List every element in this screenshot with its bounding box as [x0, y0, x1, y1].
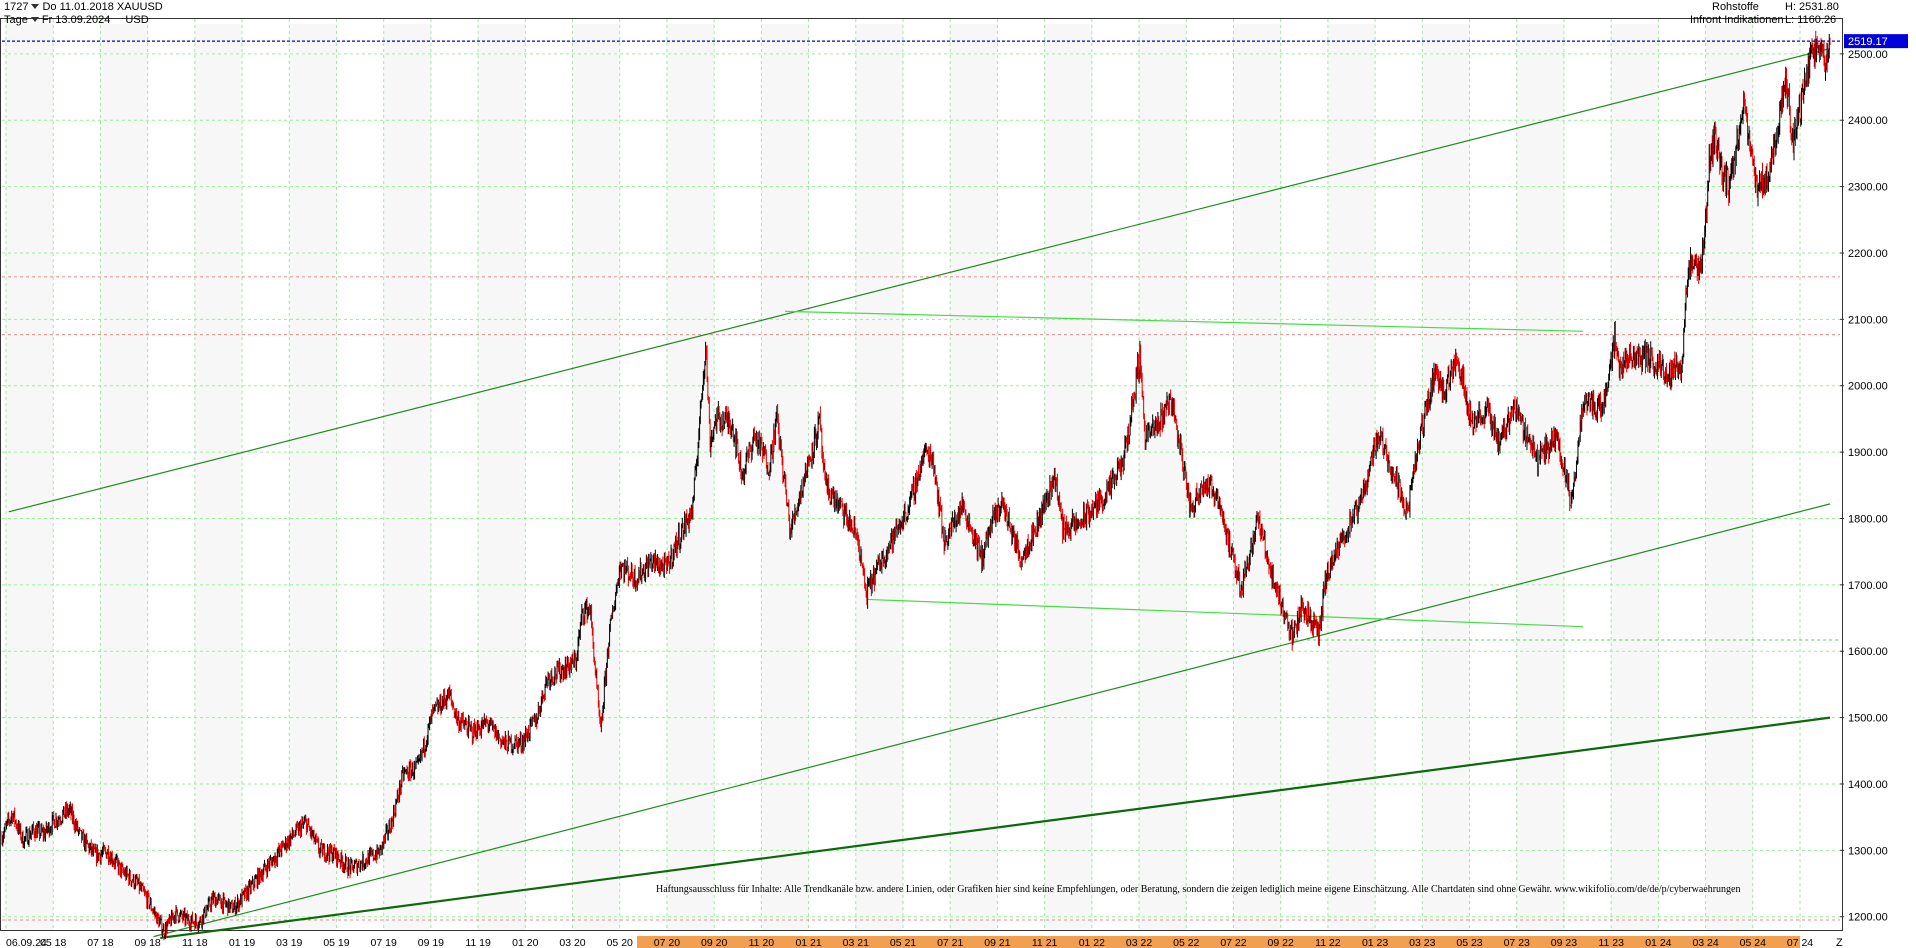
- x-tick-label: 11 19: [465, 937, 491, 948]
- bars-count[interactable]: 1727: [4, 1, 28, 13]
- x-tick-label: 01 19: [229, 937, 255, 948]
- grid-band: [6, 24, 54, 930]
- x-tick-label: 03 21: [843, 937, 869, 948]
- x-tick-label: 05 23: [1456, 937, 1482, 948]
- y-tick-label: 2200.00: [1848, 248, 1888, 260]
- x-tick-label: 09 23: [1551, 937, 1577, 948]
- y-tick-label: 2000.00: [1848, 381, 1888, 393]
- x-tick-label: 11 22: [1315, 937, 1341, 948]
- x-tick-label: 03 23: [1409, 937, 1435, 948]
- x-tick-label: 07 19: [371, 937, 397, 948]
- start-date: Do 11.01.2018: [42, 1, 114, 13]
- x-tick-label: 09 20: [701, 937, 727, 948]
- y-tick-label: 1300.00: [1848, 845, 1888, 857]
- low-label: L: 1160.26: [1785, 14, 1837, 26]
- x-tick-label: 11 20: [749, 937, 775, 948]
- grid-band: [1516, 24, 1564, 930]
- period-selector[interactable]: Tage: [4, 14, 28, 26]
- grid-band: [289, 24, 337, 930]
- grid-band: [383, 24, 431, 930]
- x-tick-label: 05 20: [607, 937, 633, 948]
- x-tick-label: 07 24: [1787, 937, 1813, 948]
- x-tick-label: 03 24: [1692, 937, 1718, 948]
- x-tick-label: 07 18: [87, 937, 113, 948]
- y-tick-label: 2400.00: [1848, 115, 1888, 127]
- plot-frame: [0, 18, 1843, 931]
- x-tick-label: 09 21: [984, 937, 1010, 948]
- x-tick-label: 05 22: [1173, 937, 1199, 948]
- grid-band: [478, 24, 526, 930]
- x-tick-label: 01 21: [795, 937, 821, 948]
- grid-band: [1422, 24, 1470, 930]
- y-tick-label: 2300.00: [1848, 182, 1888, 194]
- currency-label: USD: [125, 14, 149, 26]
- grid-band: [572, 24, 620, 930]
- x-tick-label: 03 22: [1126, 937, 1152, 948]
- header-row-2: Tage Fr 13.09.2024 USD: [4, 14, 149, 26]
- x-tick-label: 07 23: [1504, 937, 1530, 948]
- x-tick-label: 05 18: [40, 937, 66, 948]
- symbol-label: XAUUSD: [116, 1, 163, 13]
- x-tick-label: 07 21: [937, 937, 963, 948]
- x-tick-label: 09 19: [418, 937, 444, 948]
- x-tick-label: 01 22: [1079, 937, 1105, 948]
- y-tick-label: 2100.00: [1848, 314, 1888, 326]
- x-tick-label: 11 18: [182, 937, 208, 948]
- x-tick-label: 11 21: [1032, 937, 1058, 948]
- price-chart[interactable]: 1200.00 1300.00 1400.00 1500.00 1600.00 1700.…: [0, 0, 1916, 948]
- grid-band: [100, 24, 148, 930]
- y-tick-label: 2500.00: [1848, 49, 1888, 61]
- y-tick-label: 1500.00: [1848, 713, 1888, 725]
- grid-band: [1139, 24, 1187, 930]
- x-tick-label: 03 19: [276, 937, 302, 948]
- x-tick-label: 05 24: [1740, 937, 1766, 948]
- y-tick-label: 1600.00: [1848, 646, 1888, 658]
- grid-band: [950, 24, 998, 930]
- end-date: Fr 13.09.2024: [41, 14, 111, 26]
- high-label: H: 2531.80: [1785, 1, 1839, 13]
- corner-label: Z: [1836, 937, 1843, 948]
- y-tick-label: 1400.00: [1848, 779, 1888, 791]
- y-tick-label: 1900.00: [1848, 447, 1888, 459]
- chevron-down-icon[interactable]: [30, 17, 39, 23]
- x-tick-label: 03 20: [559, 937, 585, 948]
- source-label: Infront Indikationen: [1690, 14, 1784, 26]
- x-tick-label: 07 20: [654, 937, 680, 948]
- x-tick-label: 09 18: [134, 937, 160, 948]
- y-tick-label: 1700.00: [1848, 580, 1888, 592]
- grid-band: [194, 24, 243, 930]
- x-tick-label: 11 23: [1598, 937, 1624, 948]
- last-price-label: 2519.17: [1848, 36, 1888, 48]
- y-tick-label: 1200.00: [1848, 912, 1888, 924]
- grid-band: [1611, 24, 1659, 930]
- x-tick-label: 09 22: [1268, 937, 1294, 948]
- x-tick-label: 05 19: [323, 937, 349, 948]
- x-tick-label: 01 20: [512, 937, 538, 948]
- x-tick-label: 07 22: [1220, 937, 1246, 948]
- category-label: Rohstoffe: [1712, 1, 1759, 13]
- chevron-down-icon[interactable]: [31, 4, 40, 10]
- x-tick-label: 01 24: [1645, 937, 1671, 948]
- grid-band: [855, 24, 903, 930]
- disclaimer-text: Haftungsausschluss für Inhalte: Alle Tre…: [656, 884, 1741, 895]
- x-tick-label: 01 23: [1362, 937, 1388, 948]
- x-tick-label: 05 21: [890, 937, 916, 948]
- y-tick-label: 1800.00: [1848, 513, 1888, 525]
- header-row-1: 1727 Do 11.01.2018 XAUUSD: [4, 1, 163, 13]
